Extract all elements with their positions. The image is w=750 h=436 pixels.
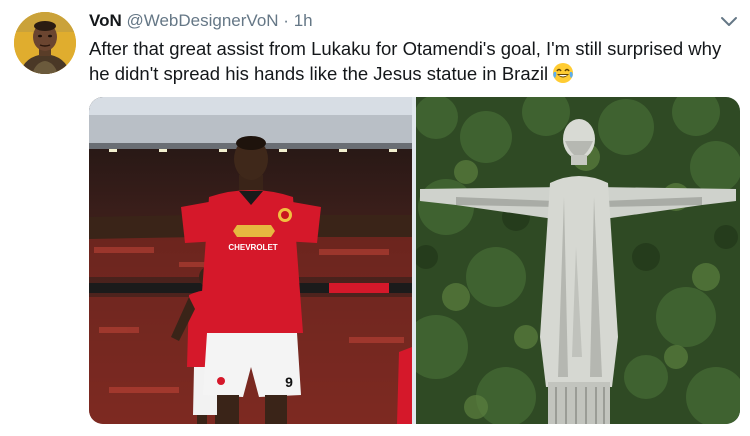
more-options-button[interactable]	[718, 12, 740, 32]
tweet-timestamp[interactable]: 1h	[294, 11, 313, 30]
christ-statue-photo[interactable]	[416, 97, 740, 424]
tweet-body: After that great assist from Lukaku for …	[89, 38, 722, 84]
tweet-text: After that great assist from Lukaku for …	[89, 36, 739, 86]
face-with-tears-of-joy-icon	[552, 62, 574, 84]
tweet-card[interactable]: VoN @WebDesignerVoN · 1h After that grea…	[0, 0, 750, 436]
tweet-media[interactable]: CHEVROLET 9	[89, 97, 740, 424]
tweet-header: VoN @WebDesignerVoN · 1h	[89, 10, 313, 32]
avatar[interactable]	[14, 12, 76, 74]
user-avatar-icon	[14, 12, 76, 74]
jersey-sponsor-text: CHEVROLET	[228, 243, 277, 252]
shorts-number-text: 9	[285, 374, 293, 390]
user-handle[interactable]: @WebDesignerVoN	[126, 11, 278, 30]
display-name[interactable]: VoN	[89, 11, 122, 30]
chevron-down-icon	[721, 17, 737, 26]
header-separator: ·	[283, 11, 289, 30]
footballer-photo[interactable]: CHEVROLET 9	[89, 97, 412, 424]
